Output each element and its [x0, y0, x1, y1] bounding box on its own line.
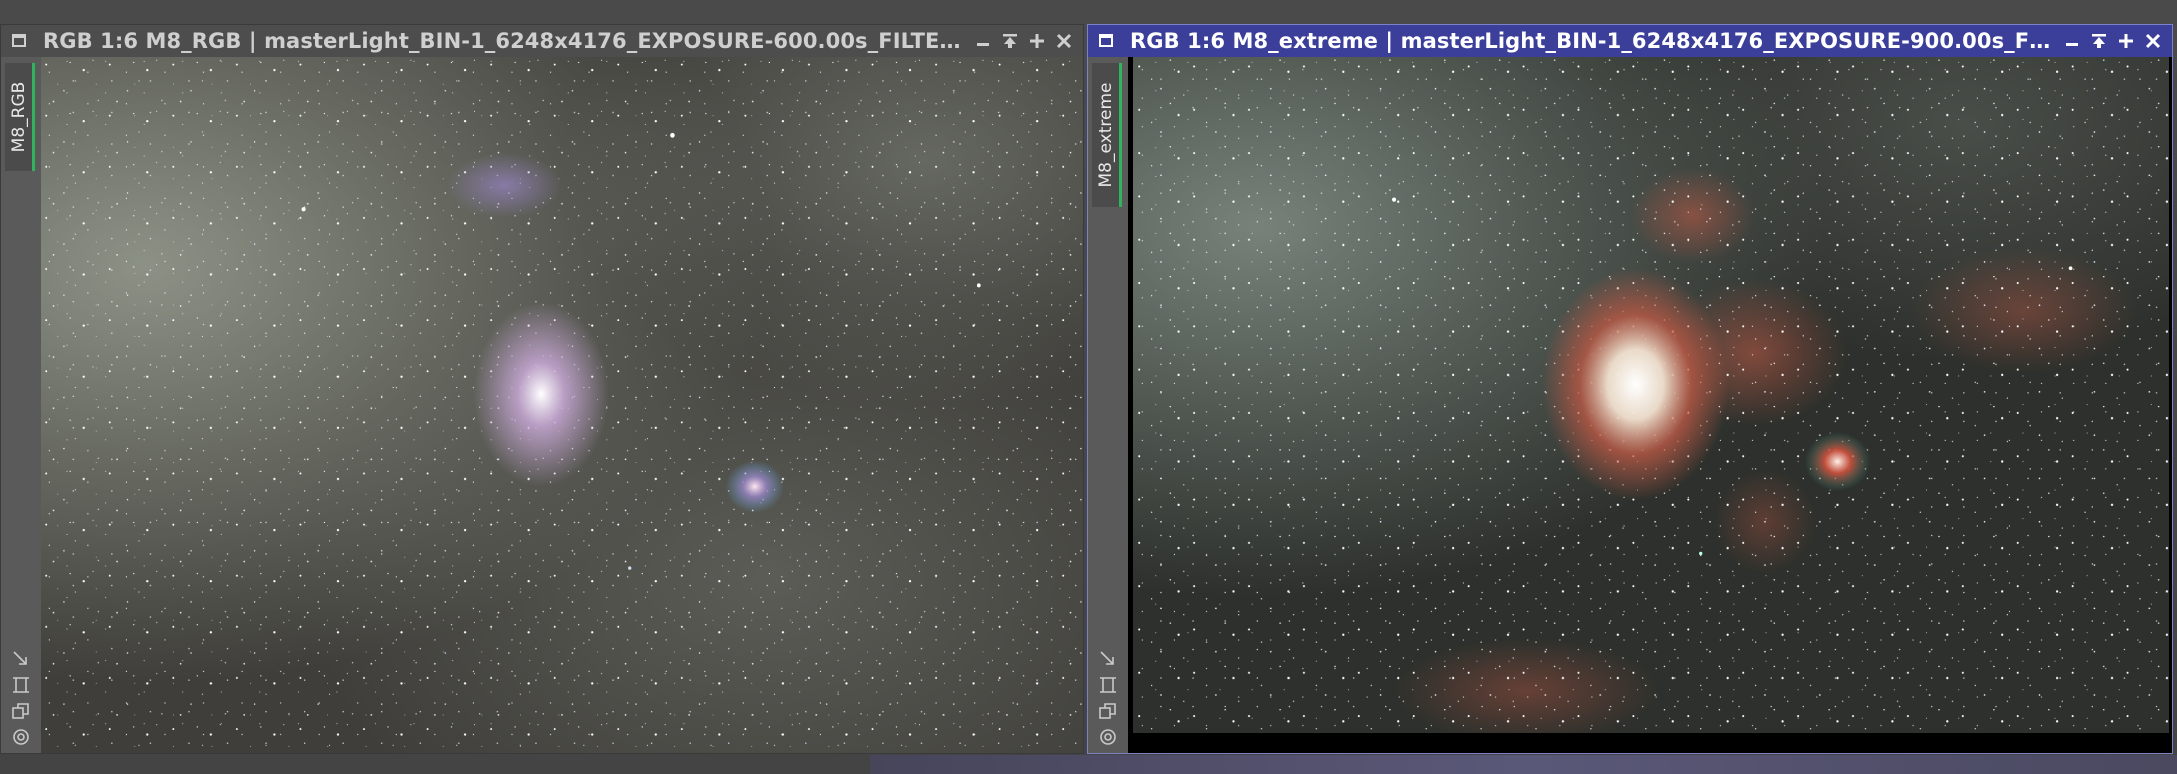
image-window-m8-rgb[interactable]: RGB 1:6 M8_RGB | masterLight_BIN-1_6248x…	[0, 24, 1084, 754]
target-icon[interactable]	[1098, 727, 1118, 747]
image-viewport[interactable]	[41, 57, 1083, 753]
zoom-frame-icon[interactable]	[1098, 675, 1118, 695]
target-icon[interactable]	[11, 727, 31, 747]
view-identifier-tab[interactable]: M8_RGB	[5, 63, 35, 171]
maximize-icon[interactable]	[2112, 27, 2139, 55]
window-icon[interactable]	[10, 31, 30, 51]
shade-icon[interactable]	[996, 27, 1023, 55]
minimize-icon[interactable]	[2058, 27, 2085, 55]
window-titlebar[interactable]: RGB 1:6 M8_extreme | masterLight_BIN-1_6…	[1088, 25, 2172, 57]
clone-icon[interactable]	[1098, 701, 1118, 721]
view-identifier-label: M8_extreme	[1095, 82, 1116, 188]
view-identifier-tab[interactable]: M8_extreme	[1092, 63, 1122, 207]
view-identifier-label: M8_RGB	[8, 81, 29, 153]
astro-image-m8-rgb[interactable]	[41, 57, 1083, 753]
window-side-panel: M8_extreme	[1088, 57, 1128, 753]
close-icon[interactable]	[2139, 27, 2166, 55]
clone-icon[interactable]	[11, 701, 31, 721]
maximize-icon[interactable]	[1023, 27, 1050, 55]
window-icon[interactable]	[1097, 31, 1117, 51]
window-side-panel: M8_RGB	[1, 57, 41, 753]
workspace-backdrop-strip	[870, 755, 2177, 774]
astro-image-m8-extreme[interactable]	[1133, 57, 2169, 733]
fit-view-icon[interactable]	[11, 649, 31, 669]
zoom-frame-icon[interactable]	[11, 675, 31, 695]
window-title: RGB 1:6 M8_extreme | masterLight_BIN-1_6…	[1130, 29, 2058, 53]
image-viewport[interactable]	[1128, 57, 2172, 753]
window-titlebar[interactable]: RGB 1:6 M8_RGB | masterLight_BIN-1_6248x…	[1, 25, 1083, 57]
fit-view-icon[interactable]	[1098, 649, 1118, 669]
close-icon[interactable]	[1050, 27, 1077, 55]
window-title: RGB 1:6 M8_RGB | masterLight_BIN-1_6248x…	[43, 29, 969, 53]
minimize-icon[interactable]	[969, 27, 996, 55]
image-window-m8-extreme[interactable]: RGB 1:6 M8_extreme | masterLight_BIN-1_6…	[1087, 24, 2173, 754]
shade-icon[interactable]	[2085, 27, 2112, 55]
